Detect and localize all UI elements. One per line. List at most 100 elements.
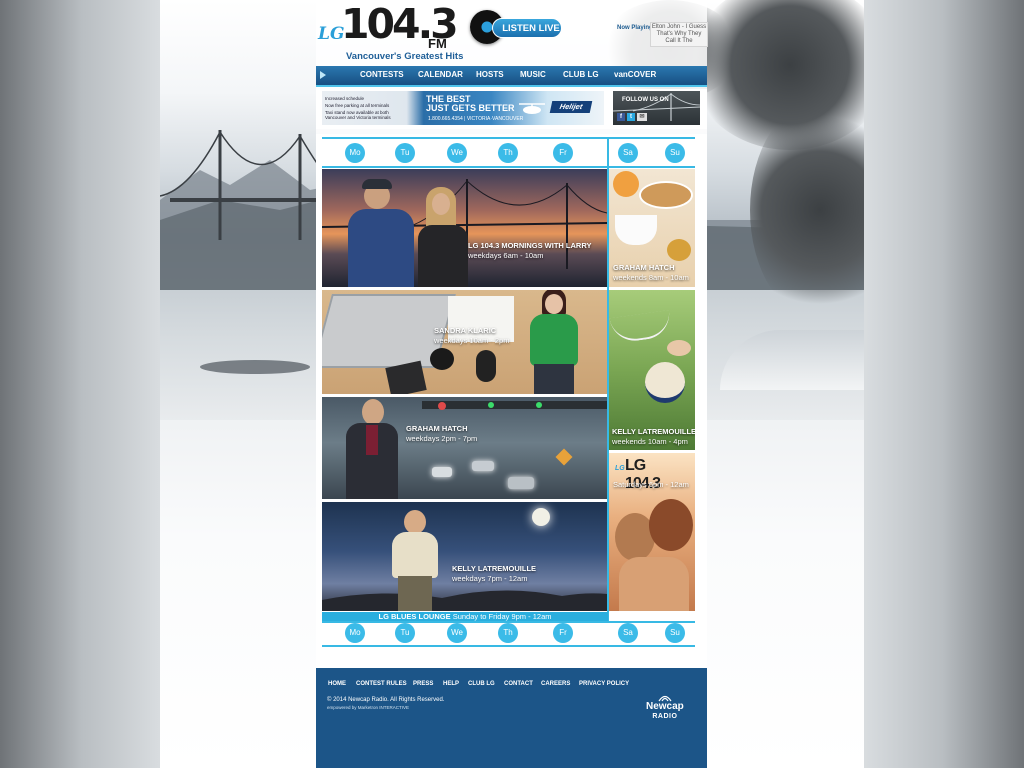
show-name: GRAHAM HATCH	[406, 424, 468, 433]
weekend-tile-saturday[interactable]: LG LG 104.3 Saturdays 6pm - 12am	[609, 453, 695, 611]
footer-link-contest-rules[interactable]: CONTEST RULES	[356, 681, 407, 687]
main-nav: CONTESTS CALENDAR HOSTS MUSIC CLUB LG va…	[316, 66, 707, 87]
host-graham-shirt	[366, 425, 378, 455]
host-face	[545, 294, 563, 314]
show-time: weekdays 10am - 2pm	[434, 335, 510, 345]
host-sandra-shirt	[530, 314, 578, 366]
hills	[322, 590, 607, 611]
show-name: KELLY LATREMOUILLE	[452, 564, 537, 573]
show-tile-kelly[interactable]: KELLY LATREMOUILLE weekdays 7pm - 12am	[322, 502, 607, 611]
mouse-icon	[476, 350, 496, 382]
show-time: weekdays 6am - 10am	[468, 250, 544, 260]
cap-icon	[362, 179, 392, 189]
phone-icon	[385, 360, 427, 394]
ad-bullet: Increased schedule	[325, 96, 365, 101]
station-logo[interactable]: LG 104.3 FM Vancouver's Greatest Hits	[316, 0, 463, 64]
nav-calendar[interactable]: CALENDAR	[418, 70, 463, 79]
weekend-tile-kelly[interactable]: KELLY LATREMOUILLE weekends 10am - 4pm	[609, 290, 695, 450]
traffic-light	[438, 402, 446, 410]
divider	[322, 137, 695, 139]
car	[508, 477, 534, 489]
footer-link-privacy-policy[interactable]: PRIVACY POLICY	[579, 681, 629, 687]
day-sa[interactable]: Sa	[618, 623, 638, 643]
day-su[interactable]: Su	[665, 623, 685, 643]
lg1043-mini-logo: LG LG 104.3	[615, 457, 669, 492]
helijet-ad[interactable]: Increased schedule Now free parking at a…	[322, 91, 604, 125]
day-fr[interactable]: Fr	[553, 143, 573, 163]
footer-link-contact[interactable]: CONTACT	[504, 681, 533, 687]
show-time: weekdays 2pm - 7pm	[406, 433, 478, 443]
day-th[interactable]: Th	[498, 143, 518, 163]
powered-by[interactable]: empowered by Marketron INTERACTIVE	[327, 704, 444, 712]
car	[472, 461, 494, 471]
day-we[interactable]: We	[447, 623, 467, 643]
logo-fm: FM	[428, 36, 447, 51]
nav-arrow-icon	[320, 71, 326, 79]
logo-tagline: Vancouver's Greatest Hits	[346, 51, 464, 62]
copyright-text: © 2014 Newcap Radio. All Rights Reserved…	[327, 697, 445, 703]
orange-fruit	[613, 171, 639, 197]
nav-contests[interactable]: CONTESTS	[360, 70, 404, 79]
hand	[667, 340, 691, 356]
mini-logo-lg: LG	[615, 465, 625, 472]
day-sa[interactable]: Sa	[618, 143, 638, 163]
cereal-bowl-icon	[639, 181, 693, 209]
nav-hosts[interactable]: HOSTS	[476, 70, 504, 79]
day-su[interactable]: Su	[665, 143, 685, 163]
listen-live-button[interactable]: LISTEN LIVE	[470, 10, 564, 44]
day-mo[interactable]: Mo	[345, 143, 365, 163]
now-playing: Now Playing: Elton John - I Guess That's…	[617, 22, 708, 47]
moon-icon	[532, 508, 550, 526]
nav-vancover[interactable]: vanCOVER	[614, 70, 656, 79]
newcap-name: Newcap	[646, 701, 684, 712]
day-we[interactable]: We	[447, 143, 467, 163]
twitter-icon[interactable]: t	[627, 113, 635, 121]
show-time: weekdays 7pm - 12am	[452, 573, 528, 583]
host-kelly-pants	[398, 576, 432, 611]
show-caption: KELLY LATREMOUILLE weekdays 7pm - 12am	[452, 564, 536, 583]
day-fr[interactable]: Fr	[553, 623, 573, 643]
ad-phone: 1.800.665.4354 | VICTORIA·VANCOUVER	[428, 116, 524, 122]
email-icon[interactable]: ✉	[637, 113, 647, 121]
traffic-light-bar	[422, 401, 607, 409]
ad-bullet: Taxi stand now available at both Vancouv…	[325, 110, 391, 120]
blues-lounge-bar[interactable]: LG BLUES LOUNGE Sunday to Friday 9pm - 1…	[322, 612, 608, 621]
footer-link-club-lg[interactable]: CLUB LG	[468, 681, 495, 687]
show-caption: SANDRA KLARIC weekdays 10am - 2pm	[434, 326, 509, 345]
copyright: © 2014 Newcap Radio. All Rights Reserved…	[327, 696, 444, 712]
day-tu[interactable]: Tu	[395, 143, 415, 163]
host-sandra-jeans	[534, 364, 574, 394]
show-tile-sandra[interactable]: SANDRA KLARIC weekdays 10am - 2pm	[322, 290, 607, 394]
footer-link-careers[interactable]: CAREERS	[541, 681, 570, 687]
day-th[interactable]: Th	[498, 623, 518, 643]
show-name: KELLY LATREMOUILLE	[612, 427, 695, 436]
ad-headline: THE BEST JUST GETS BETTER	[426, 95, 515, 113]
weekend-tile-graham[interactable]: GRAHAM HATCH weekends 8am - 10am	[609, 169, 695, 287]
show-name: GRAHAM HATCH	[613, 263, 675, 272]
ad-headline-2: JUST GETS BETTER	[426, 103, 515, 113]
follow-us-box: FOLLOW US ON f t ✉	[613, 91, 700, 125]
coffee-cup-icon	[615, 215, 657, 245]
show-caption: GRAHAM HATCH weekends 8am - 10am	[613, 263, 689, 282]
footer-link-press[interactable]: PRESS	[413, 681, 433, 687]
nav-club-lg[interactable]: CLUB LG	[563, 70, 599, 79]
footer-link-help[interactable]: HELP	[443, 681, 459, 687]
host-jacket	[418, 225, 468, 287]
newcap-logo[interactable]: Newcap RADIO	[646, 690, 684, 722]
bridge-illustration	[160, 130, 330, 240]
day-tu[interactable]: Tu	[395, 623, 415, 643]
helijet-logo: Helijet	[549, 101, 593, 113]
show-tile-mornings[interactable]: LG 104.3 MORNINGS WITH LARRY weekdays 6a…	[322, 169, 607, 287]
show-tile-graham[interactable]: GRAHAM HATCH weekdays 2pm - 7pm	[322, 397, 607, 499]
juice-glass	[667, 239, 691, 261]
facebook-icon[interactable]: f	[617, 113, 625, 121]
newcap-sub: RADIO	[652, 713, 678, 720]
divider	[322, 645, 695, 647]
divider	[322, 166, 695, 168]
day-mo[interactable]: Mo	[345, 623, 365, 643]
footer-link-home[interactable]: HOME	[328, 681, 346, 687]
coffee-cup-icon	[430, 348, 454, 370]
rock	[200, 360, 310, 374]
host-face	[432, 193, 450, 215]
nav-music[interactable]: MUSIC	[520, 70, 546, 79]
